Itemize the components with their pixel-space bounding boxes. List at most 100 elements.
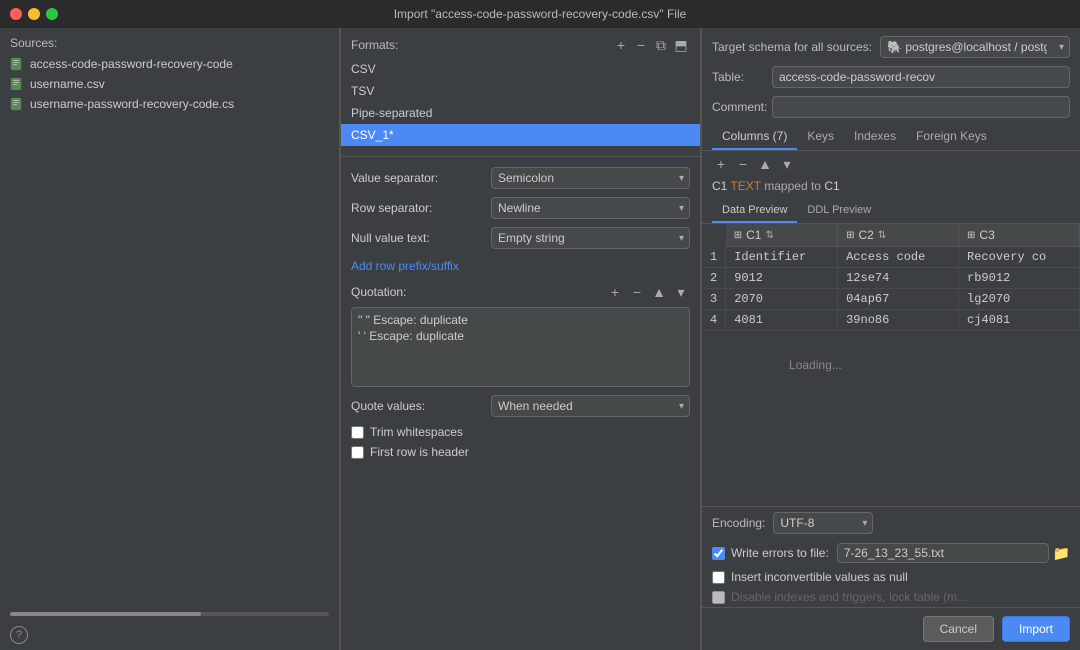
sidebar-item-access-code[interactable]: access-code-password-recovery-code (0, 54, 339, 74)
first-row-header-checkbox[interactable] (351, 446, 364, 459)
folder-browse-button[interactable]: 📁 (1053, 545, 1070, 562)
copy-format-button[interactable]: ⧉ (652, 36, 670, 54)
cell-4-1: 4081 (726, 310, 838, 331)
row-num: 1 (702, 247, 726, 268)
cancel-button[interactable]: Cancel (923, 616, 994, 642)
disable-indexes-checkbox[interactable] (712, 591, 725, 604)
minimize-button[interactable] (28, 8, 40, 20)
formats-panel: Formats: + − ⧉ ⬒ CSV TSV Pipe-separated … (341, 28, 701, 650)
quotation-item-single[interactable]: ' ' Escape: duplicate (358, 328, 683, 344)
target-schema-label: Target schema for all sources: (712, 40, 872, 54)
move-down-column-button[interactable]: ▾ (778, 155, 796, 173)
remove-quotation-button[interactable]: − (628, 283, 646, 301)
insert-inconvertible-checkbox[interactable] (712, 571, 725, 584)
import-button[interactable]: Import (1002, 616, 1070, 642)
disable-indexes-row: Disable indexes and triggers, lock table… (702, 587, 1080, 607)
formats-label: Formats: (351, 38, 610, 52)
columns-toolbar: + − ▲ ▾ (702, 151, 1080, 177)
csv-file-icon-2 (10, 77, 24, 91)
remove-format-button[interactable]: − (632, 36, 650, 54)
row-num: 2 (702, 268, 726, 289)
null-value-select-wrapper: Empty string NULL \N ▾ (491, 227, 690, 249)
cell-3-1: 2070 (726, 289, 838, 310)
traffic-lights (10, 8, 58, 20)
table-label: Table: (712, 70, 772, 84)
trim-whitespaces-checkbox[interactable] (351, 426, 364, 439)
move-down-quotation-button[interactable]: ▾ (672, 283, 690, 301)
insert-inconvertible-row: Insert inconvertible values as null (702, 567, 1080, 587)
preview-table-body: 1 Identifier Access code Recovery co 2 9… (702, 247, 1080, 331)
help-button[interactable]: ? (10, 626, 28, 644)
sidebar-item-username[interactable]: username.csv (0, 74, 339, 94)
disable-indexes-label: Disable indexes and triggers, lock table… (731, 590, 967, 604)
add-row-prefix-link[interactable]: Add row prefix/suffix (351, 257, 690, 275)
insert-inconvertible-label: Insert inconvertible values as null (731, 570, 908, 584)
row-separator-select[interactable]: Newline CR+LF CR (491, 197, 690, 219)
maximize-button[interactable] (46, 8, 58, 20)
move-up-column-button[interactable]: ▲ (756, 155, 774, 173)
format-pipe[interactable]: Pipe-separated (341, 102, 700, 124)
preview-table-wrapper[interactable]: ⊞ C1 ⇅ ⊞ C2 ⇅ (702, 224, 1080, 506)
schema-select-wrapper: 🐘 postgres@localhost / postgres.informat… (880, 36, 1070, 58)
format-csv1[interactable]: CSV_1* (341, 124, 700, 146)
remove-column-button[interactable]: − (734, 155, 752, 173)
table-row: Table: (702, 62, 1080, 92)
trim-whitespaces-label: Trim whitespaces (370, 425, 463, 439)
add-column-button[interactable]: + (712, 155, 730, 173)
target-schema-select[interactable]: 🐘 postgres@localhost / postgres.informat… (880, 36, 1070, 58)
quotation-item-double[interactable]: " " Escape: duplicate (358, 312, 683, 328)
tab-columns[interactable]: Columns (7) (712, 124, 797, 150)
encoding-label: Encoding: (712, 516, 765, 530)
comment-input[interactable] (772, 96, 1070, 118)
write-errors-row: Write errors to file: 📁 (702, 539, 1080, 567)
value-separator-select[interactable]: Semicolon Comma Tab Pipe (491, 167, 690, 189)
sidebar-scrollbar[interactable] (10, 612, 329, 616)
cell-4-3: cj4081 (959, 310, 1080, 331)
quote-values-select[interactable]: When needed Always Never (491, 395, 690, 417)
formats-header: Formats: + − ⧉ ⬒ (341, 28, 700, 58)
right-panel: Target schema for all sources: 🐘 postgre… (702, 28, 1080, 650)
tab-ddl-preview[interactable]: DDL Preview (797, 199, 881, 223)
close-button[interactable] (10, 8, 22, 20)
export-format-button[interactable]: ⬒ (672, 36, 690, 54)
write-errors-input[interactable] (837, 543, 1049, 563)
col-c1-header[interactable]: ⊞ C1 ⇅ (726, 224, 838, 247)
tabs-bar: Columns (7) Keys Indexes Foreign Keys (702, 124, 1080, 151)
add-quotation-button[interactable]: + (606, 283, 624, 301)
title-bar: Import "access-code-password-recovery-co… (0, 0, 1080, 28)
format-tsv[interactable]: TSV (341, 80, 700, 102)
null-value-row: Null value text: Empty string NULL \N ▾ (351, 227, 690, 249)
tab-keys[interactable]: Keys (797, 124, 844, 150)
move-up-quotation-button[interactable]: ▲ (650, 283, 668, 301)
table-row: 4 4081 39no86 cj4081 (702, 310, 1080, 331)
sidebar-footer: ? (0, 620, 339, 650)
comment-label: Comment: (712, 100, 772, 114)
null-value-label: Null value text: (351, 231, 491, 245)
format-csv[interactable]: CSV (341, 58, 700, 80)
cell-1-1: Identifier (726, 247, 838, 268)
sidebar-item-username-recovery[interactable]: username-password-recovery-code.cs (0, 94, 339, 114)
row-num: 4 (702, 310, 726, 331)
sidebar-item-label-3: username-password-recovery-code.cs (30, 97, 234, 111)
loading-text: Loading... (789, 358, 842, 372)
tab-data-preview[interactable]: Data Preview (712, 199, 797, 223)
table-row: 1 Identifier Access code Recovery co (702, 247, 1080, 268)
main-content: Sources: access-code-password-recovery-c… (0, 28, 1080, 650)
encoding-select[interactable]: UTF-8 UTF-16 ISO-8859-1 (773, 512, 873, 534)
write-errors-checkbox[interactable] (712, 547, 725, 560)
format-options: Value separator: Semicolon Comma Tab Pip… (341, 163, 700, 650)
sidebar-item-label: access-code-password-recovery-code (30, 57, 233, 71)
col-c2-header[interactable]: ⊞ C2 ⇅ (838, 224, 959, 247)
tab-foreign-keys[interactable]: Foreign Keys (906, 124, 997, 150)
row-num-header (702, 224, 726, 247)
tab-indexes[interactable]: Indexes (844, 124, 906, 150)
col-c3-header[interactable]: ⊞ C3 (959, 224, 1080, 247)
write-errors-label: Write errors to file: (731, 546, 829, 560)
table-input[interactable] (772, 66, 1070, 88)
cell-2-3: rb9012 (959, 268, 1080, 289)
column-type: TEXT (730, 179, 760, 193)
add-format-button[interactable]: + (612, 36, 630, 54)
null-value-select[interactable]: Empty string NULL \N (491, 227, 690, 249)
cell-2-1: 9012 (726, 268, 838, 289)
cell-3-2: 04ap67 (838, 289, 959, 310)
